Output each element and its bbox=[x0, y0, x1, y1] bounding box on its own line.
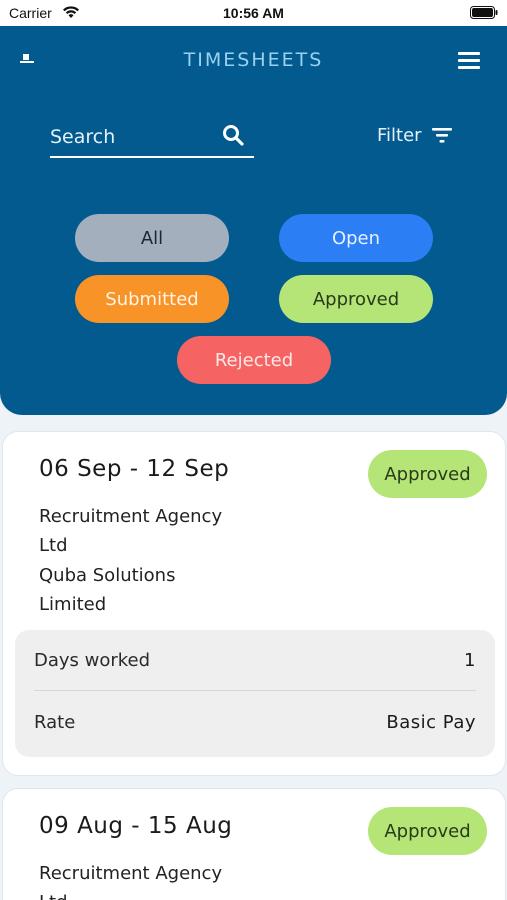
timesheet-card[interactable]: 09 Aug - 15 Aug Approved Recruitment Age… bbox=[2, 788, 506, 900]
client-line: Quba Solutions bbox=[39, 564, 176, 586]
status-bar: Carrier 10:56 AM bbox=[0, 0, 507, 26]
timesheet-dates: 06 Sep - 12 Sep bbox=[39, 456, 230, 482]
chip-submitted[interactable]: Submitted bbox=[75, 275, 229, 323]
timesheet-agency-info: Recruitment Agency Ltd Quba Solutions Li… bbox=[39, 502, 222, 619]
hamburger-menu-icon[interactable] bbox=[458, 52, 480, 70]
filter-label: Filter bbox=[377, 124, 422, 146]
agency-line: Recruitment Agency bbox=[39, 506, 223, 527]
rate-row: Rate Basic Pay bbox=[34, 692, 476, 752]
timesheet-agency-info: Recruitment Agency Ltd bbox=[39, 859, 222, 900]
rate-value: Basic Pay bbox=[386, 711, 476, 733]
chip-open[interactable]: Open bbox=[279, 214, 433, 262]
timesheets-header: TIMESHEETS Filter All Open Submitted App… bbox=[0, 26, 507, 415]
status-badge: Approved bbox=[368, 807, 487, 855]
timesheet-card[interactable]: 06 Sep - 12 Sep Approved Recruitment Age… bbox=[2, 431, 506, 776]
agency-line: Ltd bbox=[39, 888, 222, 900]
days-worked-value: 1 bbox=[464, 650, 476, 671]
status-badge: Approved bbox=[368, 450, 487, 498]
battery-icon bbox=[470, 6, 498, 19]
agency-line: Ltd bbox=[39, 535, 68, 557]
page-title: TIMESHEETS bbox=[183, 49, 324, 71]
days-worked-row: Days worked 1 bbox=[34, 631, 476, 691]
chip-rejected[interactable]: Rejected bbox=[177, 336, 331, 384]
days-worked-label: Days worked bbox=[34, 650, 151, 671]
filter-button[interactable]: Filter bbox=[377, 122, 452, 148]
status-time: 10:56 AM bbox=[223, 5, 284, 21]
chip-approved[interactable]: Approved bbox=[279, 275, 433, 323]
search-icon[interactable] bbox=[222, 124, 244, 146]
rate-label: Rate bbox=[34, 711, 76, 733]
timesheet-details: Days worked 1 Rate Basic Pay bbox=[15, 630, 495, 757]
client-line: Limited bbox=[39, 593, 107, 615]
chip-all[interactable]: All bbox=[75, 214, 229, 262]
timesheet-dates: 09 Aug - 15 Aug bbox=[39, 813, 233, 839]
filter-icon bbox=[431, 128, 452, 143]
search-bar bbox=[50, 118, 254, 158]
agency-line: Recruitment Agency bbox=[39, 863, 223, 884]
search-input[interactable] bbox=[50, 122, 215, 152]
